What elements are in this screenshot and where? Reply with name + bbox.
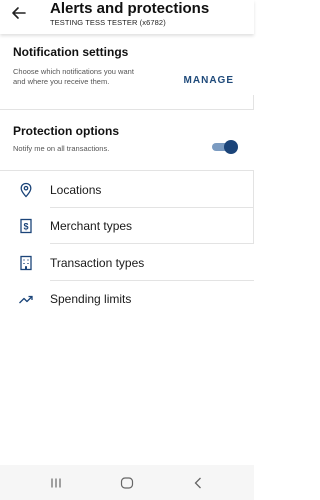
menu-item-label: Transaction types	[50, 256, 145, 270]
protection-options-title: Protection options	[13, 124, 119, 138]
menu-item-spending-limits[interactable]: Spending limits	[0, 281, 254, 317]
svg-text:$: $	[23, 222, 28, 232]
edge-divider	[253, 95, 254, 110]
protection-options-section: Protection options Notify me on all tran…	[0, 110, 254, 171]
toggle-knob	[224, 140, 238, 154]
account-subtitle: TESTING TESS TESTER (x6782)	[50, 18, 166, 27]
location-pin-icon	[20, 182, 32, 198]
back-arrow-icon[interactable]	[10, 4, 28, 22]
system-navigation-bar	[0, 465, 254, 500]
trending-up-icon	[19, 295, 33, 304]
notify-all-transactions-toggle[interactable]	[212, 140, 238, 154]
row-divider	[50, 243, 254, 244]
menu-item-transaction-types[interactable]: Transaction types	[0, 245, 254, 281]
menu-item-merchant-types[interactable]: $ Merchant types	[0, 208, 254, 244]
page-title: Alerts and protections	[50, 0, 210, 17]
menu-item-label: Locations	[50, 183, 102, 197]
menu-item-label: Spending limits	[50, 292, 132, 306]
notification-settings-description: Choose which notifications you want and …	[13, 67, 134, 86]
back-nav-icon[interactable]	[190, 475, 206, 491]
recent-apps-icon[interactable]	[48, 475, 64, 491]
dollar-receipt-icon: $	[20, 218, 32, 234]
menu-item-locations[interactable]: Locations	[0, 172, 254, 208]
manage-button[interactable]: MANAGE	[184, 75, 234, 86]
menu-item-label: Merchant types	[50, 219, 133, 233]
building-icon	[20, 255, 32, 271]
notification-settings-section: Notification settings Choose which notif…	[0, 34, 254, 110]
home-icon[interactable]	[119, 475, 135, 491]
notification-settings-title: Notification settings	[13, 45, 129, 59]
protection-options-description: Notify me on all transactions.	[13, 144, 110, 153]
app-header: Alerts and protections TESTING TESS TEST…	[0, 0, 254, 34]
